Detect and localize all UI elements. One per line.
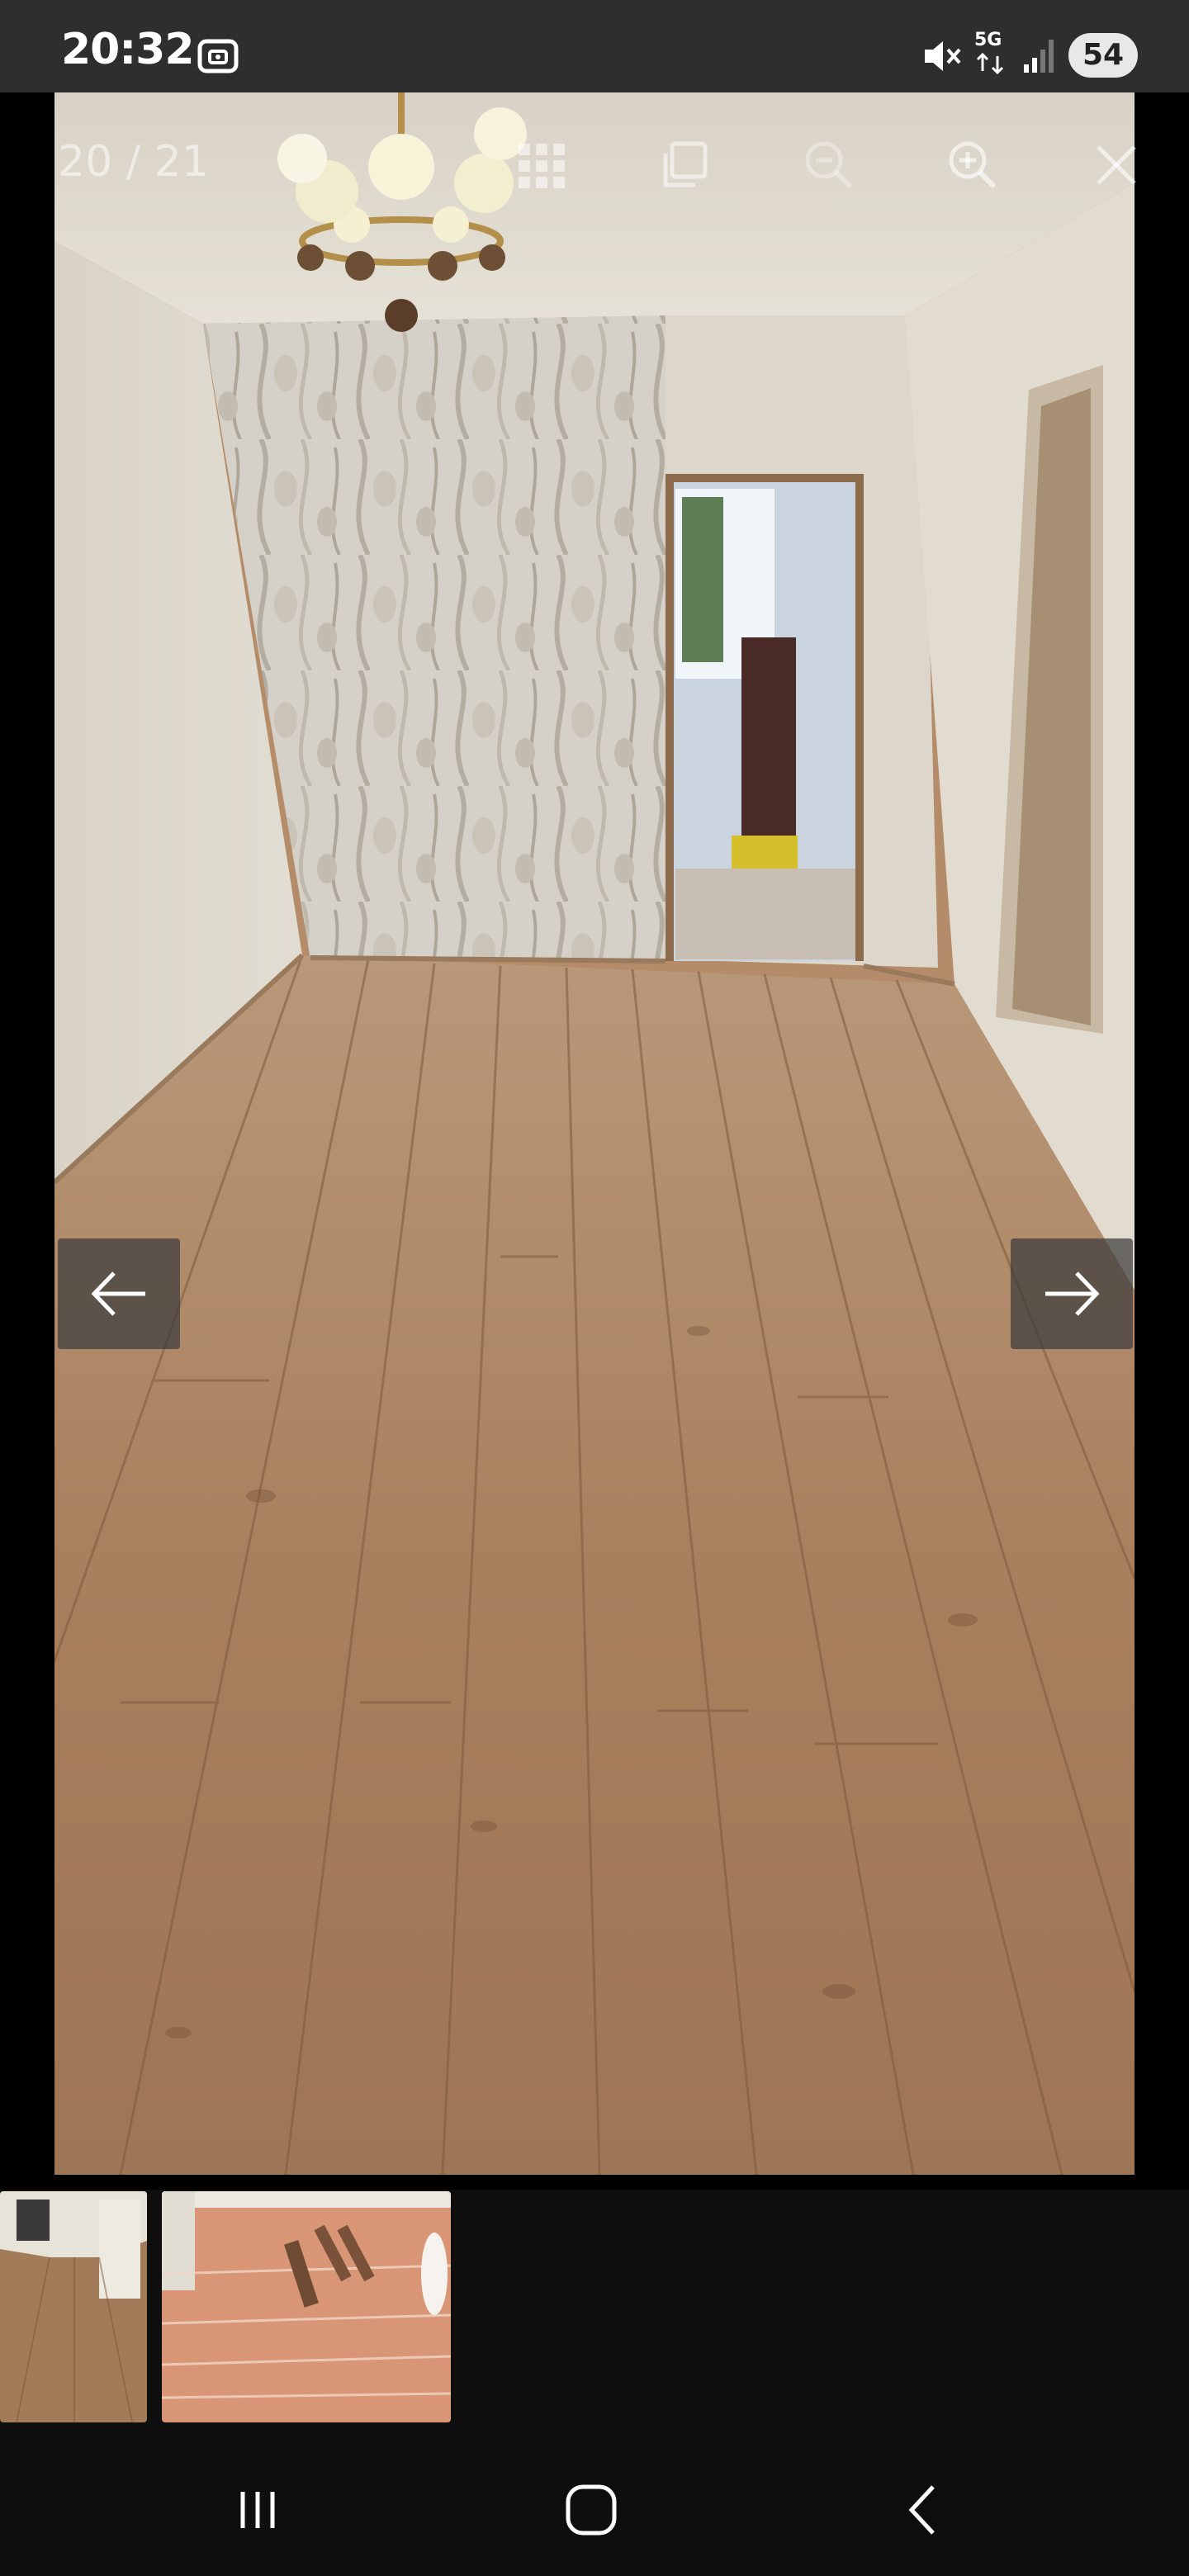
main-photo[interactable]	[54, 92, 1135, 2175]
thumbnail-item[interactable]	[162, 2191, 451, 2422]
zoom-in-icon	[949, 141, 997, 189]
thumbnail-item[interactable]	[0, 2191, 147, 2422]
home-button[interactable]	[558, 2477, 624, 2543]
signal-icon	[1021, 36, 1060, 80]
status-bar: 20:32 5G 54	[0, 0, 1189, 92]
mute-icon	[920, 35, 963, 82]
image-counter: 20 / 21	[58, 137, 209, 187]
grid-view-button[interactable]	[509, 132, 575, 198]
close-button[interactable]	[1083, 132, 1149, 198]
home-icon	[566, 2484, 617, 2536]
copy-button[interactable]	[652, 132, 718, 198]
battery-indicator: 54	[1068, 33, 1138, 78]
zoom-out-icon	[805, 141, 853, 189]
arrow-right-icon	[1045, 1271, 1100, 1316]
arrow-left-icon	[91, 1271, 145, 1316]
copy-icon	[663, 141, 708, 187]
close-icon	[1097, 145, 1136, 185]
recent-apps-icon	[240, 2492, 275, 2528]
recent-apps-button[interactable]	[225, 2477, 291, 2543]
zoom-out-button[interactable]	[796, 132, 862, 198]
data-arrows-icon	[974, 52, 1007, 78]
grid-icon	[519, 144, 565, 188]
next-image-button[interactable]	[1011, 1238, 1133, 1349]
network-label: 5G	[974, 30, 1002, 50]
back-button[interactable]	[890, 2477, 956, 2543]
back-icon	[908, 2485, 935, 2535]
status-time: 20:32	[61, 25, 195, 74]
previous-image-button[interactable]	[58, 1238, 180, 1349]
zoom-in-button[interactable]	[940, 132, 1006, 198]
screenshot-icon	[195, 33, 241, 83]
